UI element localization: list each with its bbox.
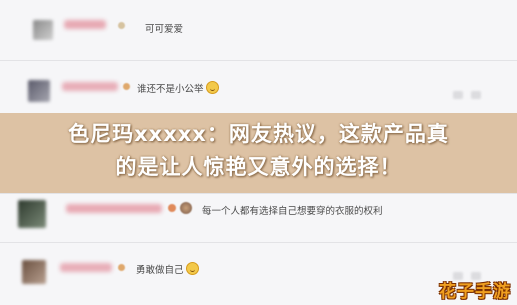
comment-text-label: 谁还不是小公举 bbox=[137, 84, 204, 95]
watermark-logo: 花子手游 bbox=[439, 282, 511, 302]
comment-text: 勇敢做自己 bbox=[136, 262, 199, 276]
headline-line-2: 的是让人惊艳又意外的选择！ bbox=[115, 155, 402, 179]
like-icon[interactable] bbox=[471, 91, 481, 99]
avatar[interactable] bbox=[22, 260, 46, 284]
headline: 色尼玛xxxxx：网友热议，这款产品真 的是让人惊艳又意外的选择！ bbox=[0, 118, 517, 184]
smiley-face-icon bbox=[185, 262, 199, 275]
reply-icon[interactable] bbox=[453, 91, 463, 99]
headline-line-1: 色尼玛xxxxx：网友热议，这款产品真 bbox=[68, 122, 449, 146]
avatar[interactable] bbox=[18, 200, 46, 228]
comment-text-label: 勇敢做自己 bbox=[136, 265, 184, 276]
divider bbox=[0, 242, 517, 243]
comment-actions[interactable] bbox=[445, 84, 505, 99]
username[interactable] bbox=[64, 20, 106, 29]
avatar[interactable] bbox=[28, 80, 50, 102]
username[interactable] bbox=[62, 82, 118, 91]
divider bbox=[0, 193, 517, 194]
comment-actions[interactable] bbox=[445, 265, 505, 280]
username[interactable] bbox=[60, 263, 112, 272]
divider bbox=[0, 60, 517, 61]
badge-icon bbox=[118, 22, 125, 29]
badge-icon bbox=[168, 204, 176, 212]
badge-icon bbox=[118, 264, 125, 271]
comment-text: 谁还不是小公举 bbox=[137, 81, 219, 95]
avatar-icon bbox=[180, 202, 192, 214]
comment-text: 可可爱爱 bbox=[145, 24, 184, 35]
cat-face-icon bbox=[205, 81, 219, 94]
username[interactable] bbox=[66, 204, 162, 213]
badge-icon bbox=[123, 83, 130, 90]
avatar[interactable] bbox=[33, 20, 53, 40]
comment-text: 每一个人都有选择自己想要穿的衣服的权利 bbox=[202, 206, 383, 217]
